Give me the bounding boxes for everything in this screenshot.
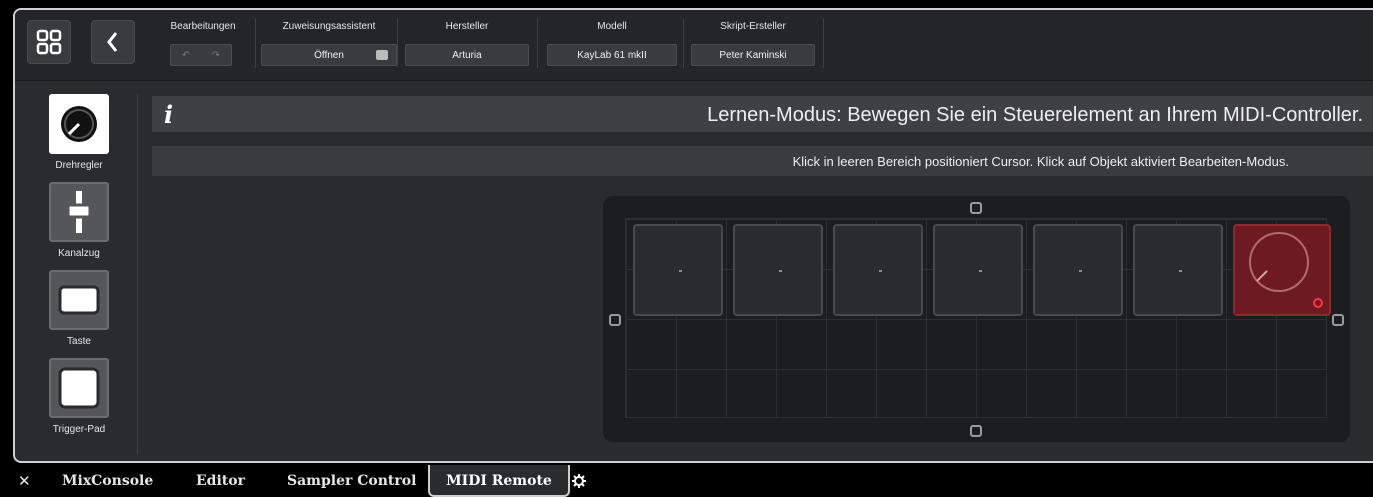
script-creator-group: Skript-Ersteller Peter Kaminski xyxy=(691,20,815,66)
knob-ring xyxy=(1249,232,1309,292)
fader-icon xyxy=(66,191,92,233)
layout-grid-button[interactable] xyxy=(27,20,71,64)
undo-group: Bearbeitungen ↶ ↷ xyxy=(158,20,248,66)
model-label: Modell xyxy=(597,21,627,32)
script-creator-label: Skript-Ersteller xyxy=(720,21,786,32)
tool-pad-box[interactable] xyxy=(49,358,109,418)
assistant-open-text: Öffnen xyxy=(314,50,344,61)
control-palette: Drehregler Kanalzug Taste Trigger-Pad xyxy=(27,94,138,454)
knob-icon xyxy=(61,106,97,142)
surface-knob-6[interactable] xyxy=(1133,224,1223,316)
tab-midi-remote[interactable]: MIDI Remote xyxy=(428,465,570,497)
gear-icon[interactable] xyxy=(572,465,586,497)
script-creator-field[interactable]: Peter Kaminski xyxy=(691,44,815,66)
button-icon xyxy=(58,285,100,315)
knob-center-dot xyxy=(1079,270,1082,272)
separator xyxy=(683,18,684,68)
surface-knob-3[interactable] xyxy=(833,224,923,316)
model-group: Modell KayLab 61 mkII xyxy=(547,20,677,66)
separator xyxy=(537,18,538,68)
close-icon[interactable]: ✕ xyxy=(18,465,31,497)
grid-icon xyxy=(36,29,62,55)
separator xyxy=(823,18,824,68)
resize-handle-right[interactable] xyxy=(1332,314,1344,326)
toolbar: Bearbeitungen ↶ ↷ Zuweisungsassistent Öf… xyxy=(15,10,1373,81)
undo-icon[interactable]: ↶ xyxy=(182,45,190,65)
surface-knob-1[interactable] xyxy=(633,224,723,316)
chevron-left-icon xyxy=(107,32,118,52)
window-icon xyxy=(376,50,388,60)
surface-knob-selected[interactable] xyxy=(1233,224,1331,316)
surface-knob-5[interactable] xyxy=(1033,224,1123,316)
undo-group-label: Bearbeitungen xyxy=(170,21,236,32)
tool-pad[interactable]: Trigger-Pad xyxy=(47,358,111,435)
back-button[interactable] xyxy=(91,20,135,64)
tool-fader[interactable]: Kanalzug xyxy=(47,182,111,259)
knob-center-dot xyxy=(979,270,982,272)
surface-knob-4[interactable] xyxy=(933,224,1023,316)
tool-fader-label: Kanalzug xyxy=(58,248,100,259)
knob-center-dot xyxy=(879,270,882,272)
tab-sampler-control[interactable]: Sampler Control xyxy=(287,465,416,497)
tab-mixconsole[interactable]: MixConsole xyxy=(62,465,153,497)
bottom-tab-bar: ✕ MixConsole Editor Sampler Control MIDI… xyxy=(0,465,1373,497)
redo-icon[interactable]: ↷ xyxy=(212,45,220,65)
controller-surface[interactable] xyxy=(603,196,1350,442)
sidebar-divider xyxy=(137,94,138,454)
tool-button-box[interactable] xyxy=(49,270,109,330)
knob-center-dot xyxy=(679,270,682,272)
resize-handle-top[interactable] xyxy=(970,202,982,214)
manufacturer-label: Hersteller xyxy=(445,21,489,32)
info-icon: i xyxy=(164,100,174,129)
assistant-group: Zuweisungsassistent Öffnen xyxy=(261,20,397,66)
tool-knob-label: Drehregler xyxy=(55,160,103,171)
resize-handle-left[interactable] xyxy=(609,314,621,326)
tool-pad-label: Trigger-Pad xyxy=(52,424,106,435)
midi-remote-panel: Bearbeitungen ↶ ↷ Zuweisungsassistent Öf… xyxy=(13,8,1373,463)
resize-handle-bottom[interactable] xyxy=(970,425,982,437)
tool-fader-box[interactable] xyxy=(49,182,109,242)
pad-icon xyxy=(58,367,100,409)
knob-center-dot xyxy=(779,270,782,272)
manufacturer-field[interactable]: Arturia xyxy=(405,44,529,66)
model-field[interactable]: KayLab 61 mkII xyxy=(547,44,677,66)
knob-center-dot xyxy=(1179,270,1182,272)
tool-button[interactable]: Taste xyxy=(47,270,111,347)
learn-mode-banner: i Lernen-Modus: Bewegen Sie ein Steuerel… xyxy=(152,96,1373,132)
assistant-open-button[interactable]: Öffnen xyxy=(261,44,397,66)
tab-editor[interactable]: Editor xyxy=(196,465,245,497)
tool-button-label: Taste xyxy=(67,336,91,347)
learn-indicator-icon xyxy=(1313,298,1323,308)
hint-bar: Klick in leeren Bereich positioniert Cur… xyxy=(152,146,1373,176)
separator xyxy=(255,18,256,68)
settings-gear-svg xyxy=(572,474,586,488)
learn-mode-message: Lernen-Modus: Bewegen Sie ein Steuerelem… xyxy=(707,104,1363,126)
tool-knob[interactable]: Drehregler xyxy=(47,94,111,171)
hint-message: Klick in leeren Bereich positioniert Cur… xyxy=(792,154,1289,169)
undo-redo-field: ↶ ↷ xyxy=(170,44,232,66)
tool-knob-box[interactable] xyxy=(49,94,109,154)
separator xyxy=(397,18,398,68)
surface-knob-2[interactable] xyxy=(733,224,823,316)
assistant-label: Zuweisungsassistent xyxy=(282,21,376,32)
manufacturer-group: Hersteller Arturia xyxy=(405,20,529,66)
